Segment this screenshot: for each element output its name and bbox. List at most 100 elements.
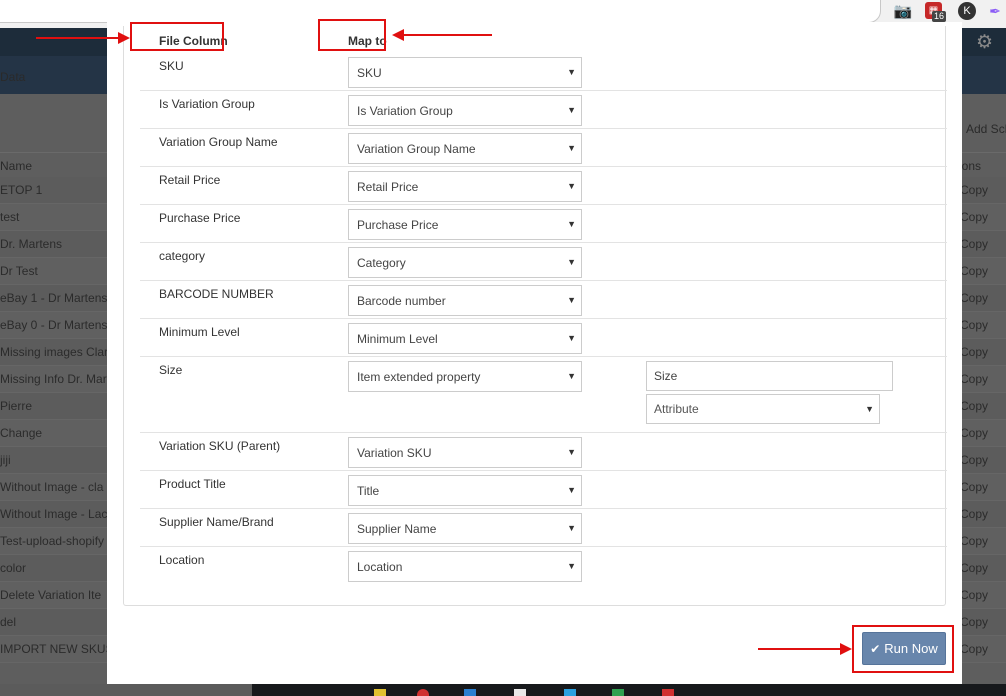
pen-extension-icon[interactable]: ✒ bbox=[986, 2, 1004, 20]
copy-link[interactable]: Copy bbox=[960, 399, 988, 413]
taskbar-app-icon[interactable] bbox=[514, 689, 526, 696]
caret-down-icon: ▼ bbox=[567, 447, 576, 457]
address-bar[interactable] bbox=[0, 0, 881, 23]
file-column-label: category bbox=[159, 249, 206, 263]
row-name[interactable]: Test-upload-shopify bbox=[0, 534, 107, 548]
copy-link[interactable]: Copy bbox=[960, 291, 988, 305]
arrow-left-icon bbox=[392, 29, 492, 41]
add-schedule-button[interactable]: Add Sch bbox=[966, 122, 1006, 136]
property-name-input[interactable]: Size bbox=[646, 361, 893, 391]
row-name[interactable]: Without Image - Lac bbox=[0, 507, 107, 521]
name-column-header: Name bbox=[0, 159, 33, 173]
row-name[interactable]: eBay 1 - Dr Martens bbox=[0, 291, 107, 305]
mapping-row: SKU SKU ▼ bbox=[140, 53, 947, 91]
file-column-label: BARCODE NUMBER bbox=[159, 287, 274, 301]
taskbar-app-icon[interactable] bbox=[374, 689, 386, 696]
k-extension-icon[interactable]: K bbox=[958, 2, 976, 20]
copy-link[interactable]: Copy bbox=[960, 210, 988, 224]
caret-down-icon: ▼ bbox=[567, 181, 576, 191]
copy-link[interactable]: Copy bbox=[960, 318, 988, 332]
map-to-select[interactable]: Variation SKU ▼ bbox=[348, 437, 582, 468]
map-to-select[interactable]: Location ▼ bbox=[348, 551, 582, 582]
copy-link[interactable]: Copy bbox=[960, 264, 988, 278]
row-name[interactable]: IMPORT NEW SKUS bbox=[0, 642, 107, 656]
copy-link[interactable]: Copy bbox=[960, 345, 988, 359]
row-name[interactable]: Delete Variation Ite bbox=[0, 588, 107, 602]
copy-link[interactable]: Copy bbox=[960, 642, 988, 656]
map-to-select[interactable]: Title ▼ bbox=[348, 475, 582, 506]
map-to-select[interactable]: Retail Price ▼ bbox=[348, 171, 582, 202]
taskbar-app-icon[interactable] bbox=[564, 689, 576, 696]
mapping-row: Is Variation Group Is Variation Group ▼ bbox=[140, 91, 947, 129]
taskbar-app-icon[interactable] bbox=[662, 689, 674, 696]
run-now-highlight bbox=[852, 625, 954, 673]
select-value: Is Variation Group bbox=[357, 103, 453, 118]
copy-link[interactable]: Copy bbox=[960, 453, 988, 467]
select-value: Attribute bbox=[654, 402, 699, 416]
taskbar-app-icon[interactable] bbox=[612, 689, 624, 696]
file-column-label: Product Title bbox=[159, 477, 226, 491]
map-to-select[interactable]: Barcode number ▼ bbox=[348, 285, 582, 316]
import-mapping-modal: File Column Map to SKU SKU ▼ Is Variation… bbox=[107, 22, 962, 684]
row-name[interactable]: Missing Info Dr. Mar bbox=[0, 372, 107, 386]
file-column-label: Retail Price bbox=[159, 173, 221, 187]
row-name[interactable]: color bbox=[0, 561, 107, 575]
row-name[interactable]: Dr Test bbox=[0, 264, 107, 278]
copy-link[interactable]: Copy bbox=[960, 507, 988, 521]
file-column-label: Is Variation Group bbox=[159, 97, 255, 111]
select-value: Purchase Price bbox=[357, 217, 439, 232]
row-name[interactable]: Pierre bbox=[0, 399, 107, 413]
select-value: Retail Price bbox=[357, 179, 419, 194]
map-to-select[interactable]: Is Variation Group ▼ bbox=[348, 95, 582, 126]
map-to-select[interactable]: Category ▼ bbox=[348, 247, 582, 278]
map-to-select[interactable]: Minimum Level ▼ bbox=[348, 323, 582, 354]
map-to-select[interactable]: Purchase Price ▼ bbox=[348, 209, 582, 240]
copy-link[interactable]: Copy bbox=[960, 534, 988, 548]
taskbar-app-icon[interactable] bbox=[464, 689, 476, 696]
row-name[interactable]: jiji bbox=[0, 453, 107, 467]
map-to-select[interactable]: Item extended property ▼ bbox=[348, 361, 582, 392]
mapping-row: Purchase Price Purchase Price ▼ bbox=[140, 205, 947, 243]
caret-down-icon: ▼ bbox=[567, 219, 576, 229]
row-name[interactable]: test bbox=[0, 210, 107, 224]
map-to-select[interactable]: Supplier Name ▼ bbox=[348, 513, 582, 544]
copy-link[interactable]: Copy bbox=[960, 237, 988, 251]
mapping-row: Location Location ▼ bbox=[140, 547, 947, 585]
select-value: Variation Group Name bbox=[357, 141, 476, 156]
taskbar-app-icon[interactable] bbox=[417, 689, 429, 696]
camera-icon[interactable]: 📷 bbox=[894, 2, 913, 20]
copy-link[interactable]: Copy bbox=[960, 480, 988, 494]
row-name[interactable]: Change bbox=[0, 426, 107, 440]
file-column-label: Location bbox=[159, 553, 205, 567]
caret-down-icon: ▼ bbox=[567, 143, 576, 153]
select-value: Barcode number bbox=[357, 293, 446, 308]
caret-down-icon: ▼ bbox=[567, 257, 576, 267]
row-name[interactable]: Without Image - cla bbox=[0, 480, 107, 494]
row-name[interactable]: ETOP 1 bbox=[0, 183, 107, 197]
copy-link[interactable]: Copy bbox=[960, 372, 988, 386]
row-name[interactable]: del bbox=[0, 615, 107, 629]
copy-link[interactable]: Copy bbox=[960, 183, 988, 197]
caret-down-icon: ▼ bbox=[567, 485, 576, 495]
copy-link[interactable]: Copy bbox=[960, 426, 988, 440]
map-to-select[interactable]: SKU ▼ bbox=[348, 57, 582, 88]
property-type-select[interactable]: Attribute ▼ bbox=[646, 394, 880, 424]
caret-down-icon: ▼ bbox=[567, 333, 576, 343]
copy-link[interactable]: Copy bbox=[960, 588, 988, 602]
mapping-row: Minimum Level Minimum Level ▼ bbox=[140, 319, 947, 357]
mapping-row: BARCODE NUMBER Barcode number ▼ bbox=[140, 281, 947, 319]
select-value: SKU bbox=[357, 65, 382, 80]
row-name[interactable]: eBay 0 - Dr Martens bbox=[0, 318, 107, 332]
select-value: Variation SKU bbox=[357, 445, 432, 460]
extension-badge: 16 bbox=[932, 11, 947, 22]
copy-link[interactable]: Copy bbox=[960, 561, 988, 575]
row-name[interactable]: Dr. Martens bbox=[0, 237, 107, 251]
mapping-row: Variation SKU (Parent) Variation SKU ▼ bbox=[140, 433, 947, 471]
row-name[interactable]: Missing images Clark bbox=[0, 345, 107, 359]
gear-icon[interactable]: ⚙ bbox=[976, 31, 993, 54]
copy-link[interactable]: Copy bbox=[960, 615, 988, 629]
caret-down-icon: ▼ bbox=[567, 105, 576, 115]
map-to-select[interactable]: Variation Group Name ▼ bbox=[348, 133, 582, 164]
file-column-label: Supplier Name/Brand bbox=[159, 515, 274, 529]
file-column-label: Minimum Level bbox=[159, 325, 240, 339]
